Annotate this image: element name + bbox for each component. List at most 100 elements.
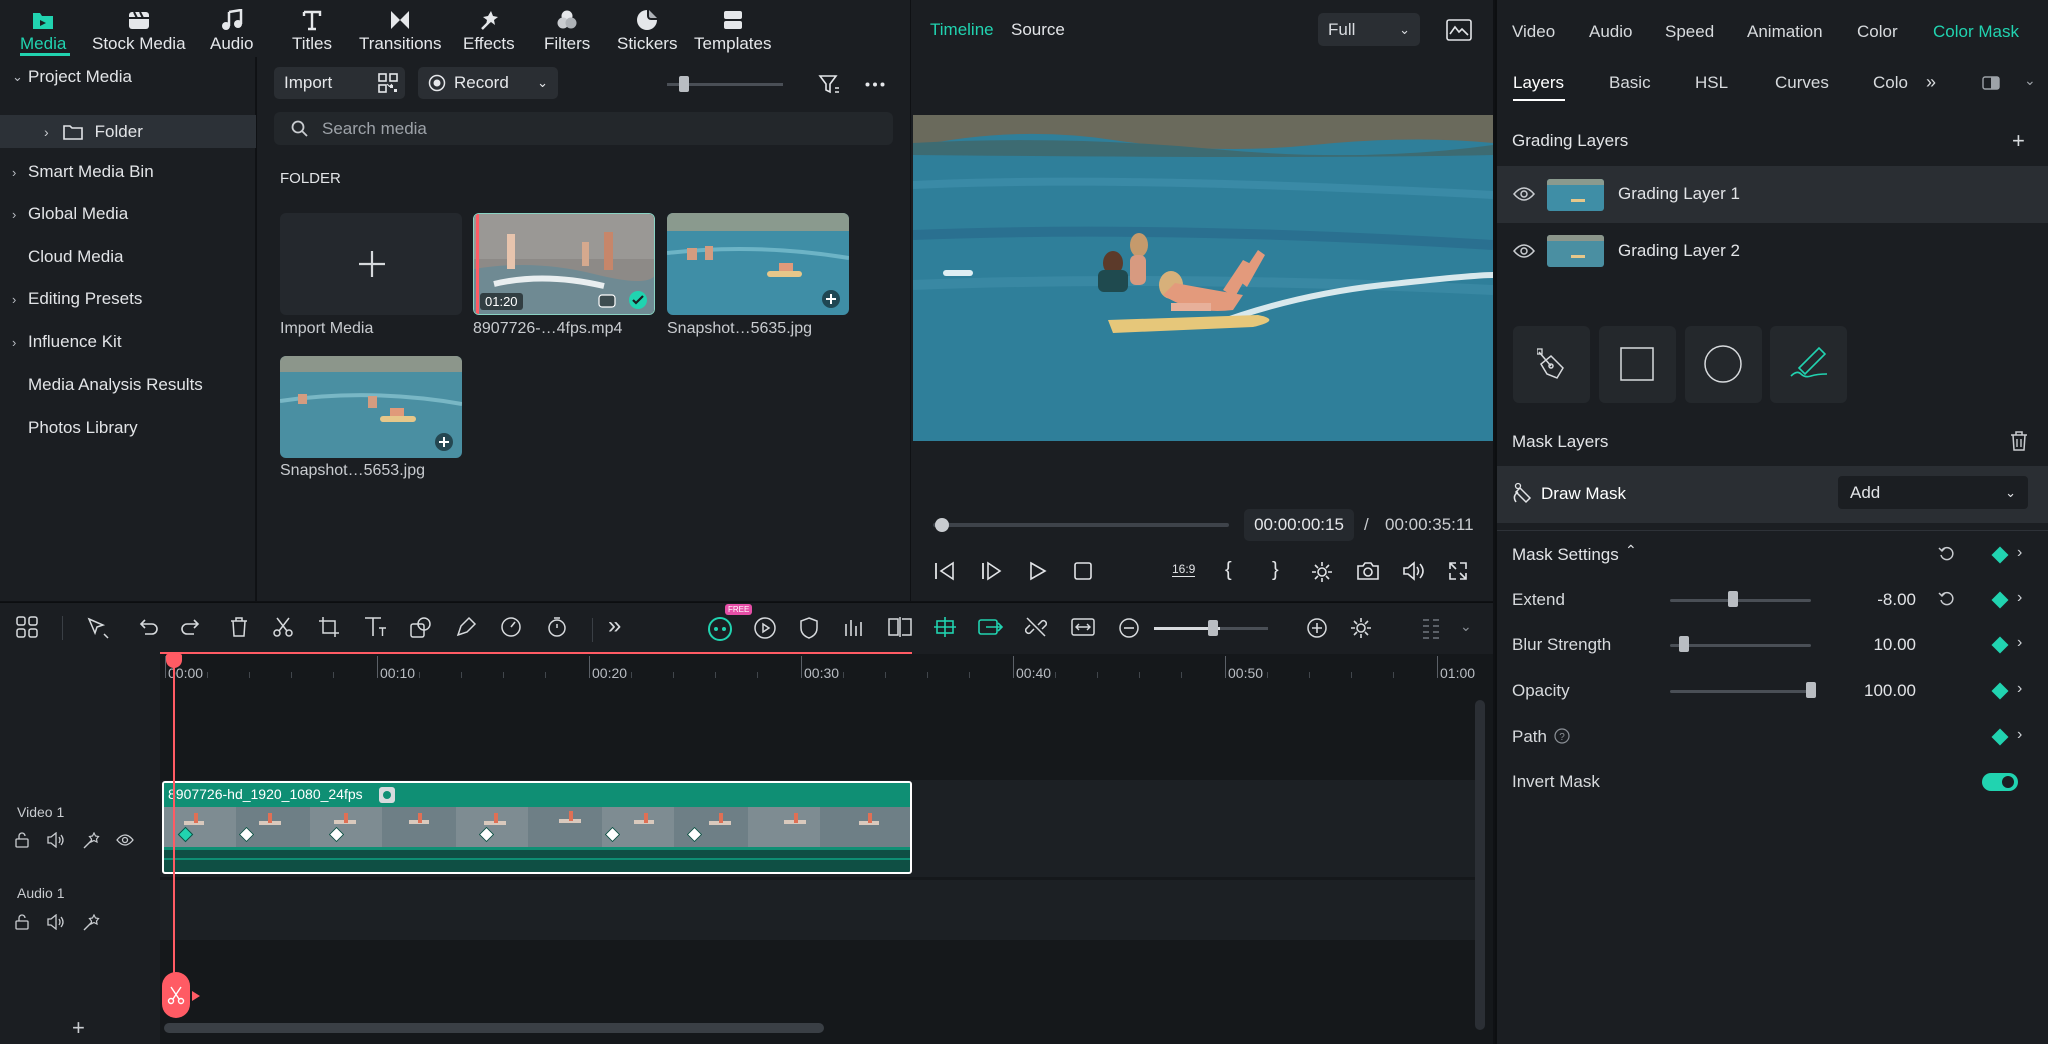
video-clip[interactable]: 8907726-hd_1920_1080_24fps — [162, 781, 912, 874]
auto-reframe-icon[interactable] — [753, 616, 777, 640]
tab-stock-media[interactable]: Stock Media — [92, 6, 186, 54]
chevron-right-icon[interactable]: › — [2017, 544, 2022, 562]
undo-icon[interactable] — [136, 616, 160, 640]
mask-mode-select[interactable]: Add ⌄ — [1838, 476, 2028, 509]
invert-mask-toggle[interactable] — [1982, 773, 2018, 791]
add-grading-layer-icon[interactable]: + — [2012, 128, 2025, 154]
redo-icon[interactable] — [181, 616, 205, 640]
sidebar-item-smart-media-bin[interactable]: › Smart Media Bin — [0, 155, 256, 189]
tab-effects[interactable]: Effects — [463, 6, 515, 54]
brush-mask-tool[interactable] — [1770, 326, 1847, 403]
track-height-icon[interactable] — [1421, 617, 1445, 641]
tab-media[interactable]: Media — [20, 6, 66, 54]
chevron-down-icon[interactable]: ⌄ — [1460, 618, 1472, 635]
tab-timeline[interactable]: Timeline — [930, 20, 994, 40]
sidebar-item-project-media[interactable]: ⌄ Project Media — [0, 60, 256, 94]
compare-view-icon[interactable] — [1982, 76, 2000, 90]
eye-icon[interactable] — [1513, 243, 1535, 259]
fullscreen-icon[interactable] — [1448, 561, 1468, 581]
tab-animation[interactable]: Animation — [1747, 22, 1823, 42]
playhead-line[interactable] — [173, 654, 175, 1009]
preview-progress-bar[interactable] — [933, 523, 1229, 527]
media-thumb-video[interactable]: 01:20 — [473, 213, 655, 315]
track-visibility-icon[interactable] — [116, 833, 134, 847]
timeline-vertical-scrollbar[interactable] — [1475, 700, 1485, 1030]
timeline-settings-icon[interactable] — [1350, 617, 1374, 641]
help-icon[interactable]: ? — [1554, 728, 1570, 744]
zoom-slider[interactable] — [1220, 627, 1268, 630]
delete-icon[interactable] — [229, 616, 253, 640]
mark-in-icon[interactable]: { — [1225, 559, 1232, 582]
import-media-tile[interactable] — [280, 213, 462, 315]
tab-speed[interactable]: Speed — [1665, 22, 1714, 42]
qr-scan-icon[interactable] — [378, 73, 398, 93]
grading-layer-2-label[interactable]: Grading Layer 2 — [1618, 241, 1740, 261]
track-mute-icon[interactable] — [47, 914, 65, 930]
subtab-layers[interactable]: Layers — [1513, 73, 1564, 93]
sidebar-item-editing-presets[interactable]: › Editing Presets — [0, 282, 256, 316]
zoom-out-icon[interactable] — [1118, 617, 1142, 641]
rectangle-mask-tool[interactable] — [1599, 326, 1676, 403]
opacity-slider[interactable] — [1670, 690, 1811, 693]
blur-strength-value[interactable]: 10.00 — [1836, 635, 1916, 655]
preview-quality-select[interactable]: Full ⌄ — [1318, 13, 1420, 46]
subtab-color[interactable]: Colo — [1873, 73, 1913, 93]
extend-slider[interactable] — [1670, 599, 1811, 602]
sidebar-item-folder[interactable]: › Folder — [0, 115, 256, 148]
speed-ramp-icon[interactable] — [500, 616, 524, 640]
subtab-curves[interactable]: Curves — [1775, 73, 1829, 93]
tab-source[interactable]: Source — [1011, 20, 1065, 40]
eye-icon[interactable] — [1513, 186, 1535, 202]
media-thumb-snapshot-5635[interactable] — [667, 213, 849, 315]
scopes-icon[interactable] — [1446, 19, 1472, 41]
track-mute-icon[interactable] — [47, 832, 65, 848]
tab-video[interactable]: Video — [1512, 22, 1555, 42]
text-tool-icon[interactable] — [363, 616, 387, 640]
more-tools-icon[interactable]: » — [608, 612, 621, 640]
volume-icon[interactable] — [1402, 561, 1426, 581]
ellipse-mask-tool[interactable] — [1685, 326, 1762, 403]
add-to-timeline-icon[interactable] — [821, 289, 841, 309]
tab-color-mask[interactable]: Color Mask — [1933, 22, 2019, 42]
record-button[interactable]: Record ⌄ — [418, 67, 558, 99]
timer-icon[interactable] — [546, 616, 570, 640]
thumbnail-size-knob[interactable] — [679, 76, 689, 92]
tab-titles[interactable]: Titles — [292, 6, 332, 54]
tab-inspector-audio[interactable]: Audio — [1589, 22, 1632, 42]
blur-strength-slider[interactable] — [1670, 644, 1811, 647]
chevron-up-icon[interactable]: ⌃ — [1625, 542, 1637, 559]
current-time[interactable]: 00:00:00:15 — [1244, 509, 1354, 541]
ai-assistant-icon[interactable] — [706, 614, 732, 641]
pen-icon[interactable] — [455, 616, 479, 640]
add-track-icon[interactable]: + — [72, 1015, 85, 1041]
subtab-hsl[interactable]: HSL — [1695, 73, 1728, 93]
subtab-basic[interactable]: Basic — [1609, 73, 1651, 93]
opacity-slider-knob[interactable] — [1806, 682, 1816, 698]
tab-templates[interactable]: Templates — [694, 6, 771, 54]
sidebar-item-media-analysis[interactable]: Media Analysis Results — [0, 368, 256, 402]
audio-stretch-icon[interactable] — [843, 616, 867, 640]
mark-out-icon[interactable]: } — [1272, 559, 1279, 582]
snap-icon[interactable] — [933, 616, 957, 640]
reset-icon[interactable] — [1938, 545, 1956, 563]
play-icon[interactable] — [1028, 561, 1048, 581]
extend-value[interactable]: -8.00 — [1836, 590, 1916, 610]
reset-icon[interactable] — [1938, 590, 1956, 608]
tab-color[interactable]: Color — [1857, 22, 1898, 42]
track-effect-icon[interactable] — [82, 832, 100, 850]
blur-strength-slider-knob[interactable] — [1679, 636, 1690, 652]
ripple-icon[interactable] — [978, 616, 1004, 640]
tab-audio[interactable]: Audio — [210, 6, 253, 54]
zoom-slider-knob[interactable] — [1208, 620, 1218, 636]
search-input[interactable]: Search media — [274, 112, 893, 145]
sidebar-item-photos-library[interactable]: Photos Library — [0, 411, 256, 445]
add-to-timeline-icon[interactable] — [434, 432, 454, 452]
tab-filters[interactable]: Filters — [544, 6, 590, 54]
render-settings-icon[interactable] — [1311, 561, 1333, 583]
shape-icon[interactable] — [410, 616, 434, 640]
chevron-right-icon[interactable]: › — [2017, 726, 2022, 744]
play-slow-icon[interactable] — [980, 561, 1002, 581]
mask-settings-title[interactable]: Mask Settings — [1512, 545, 1619, 565]
link-break-icon[interactable] — [1025, 616, 1049, 640]
tab-stickers[interactable]: Stickers — [617, 6, 677, 54]
